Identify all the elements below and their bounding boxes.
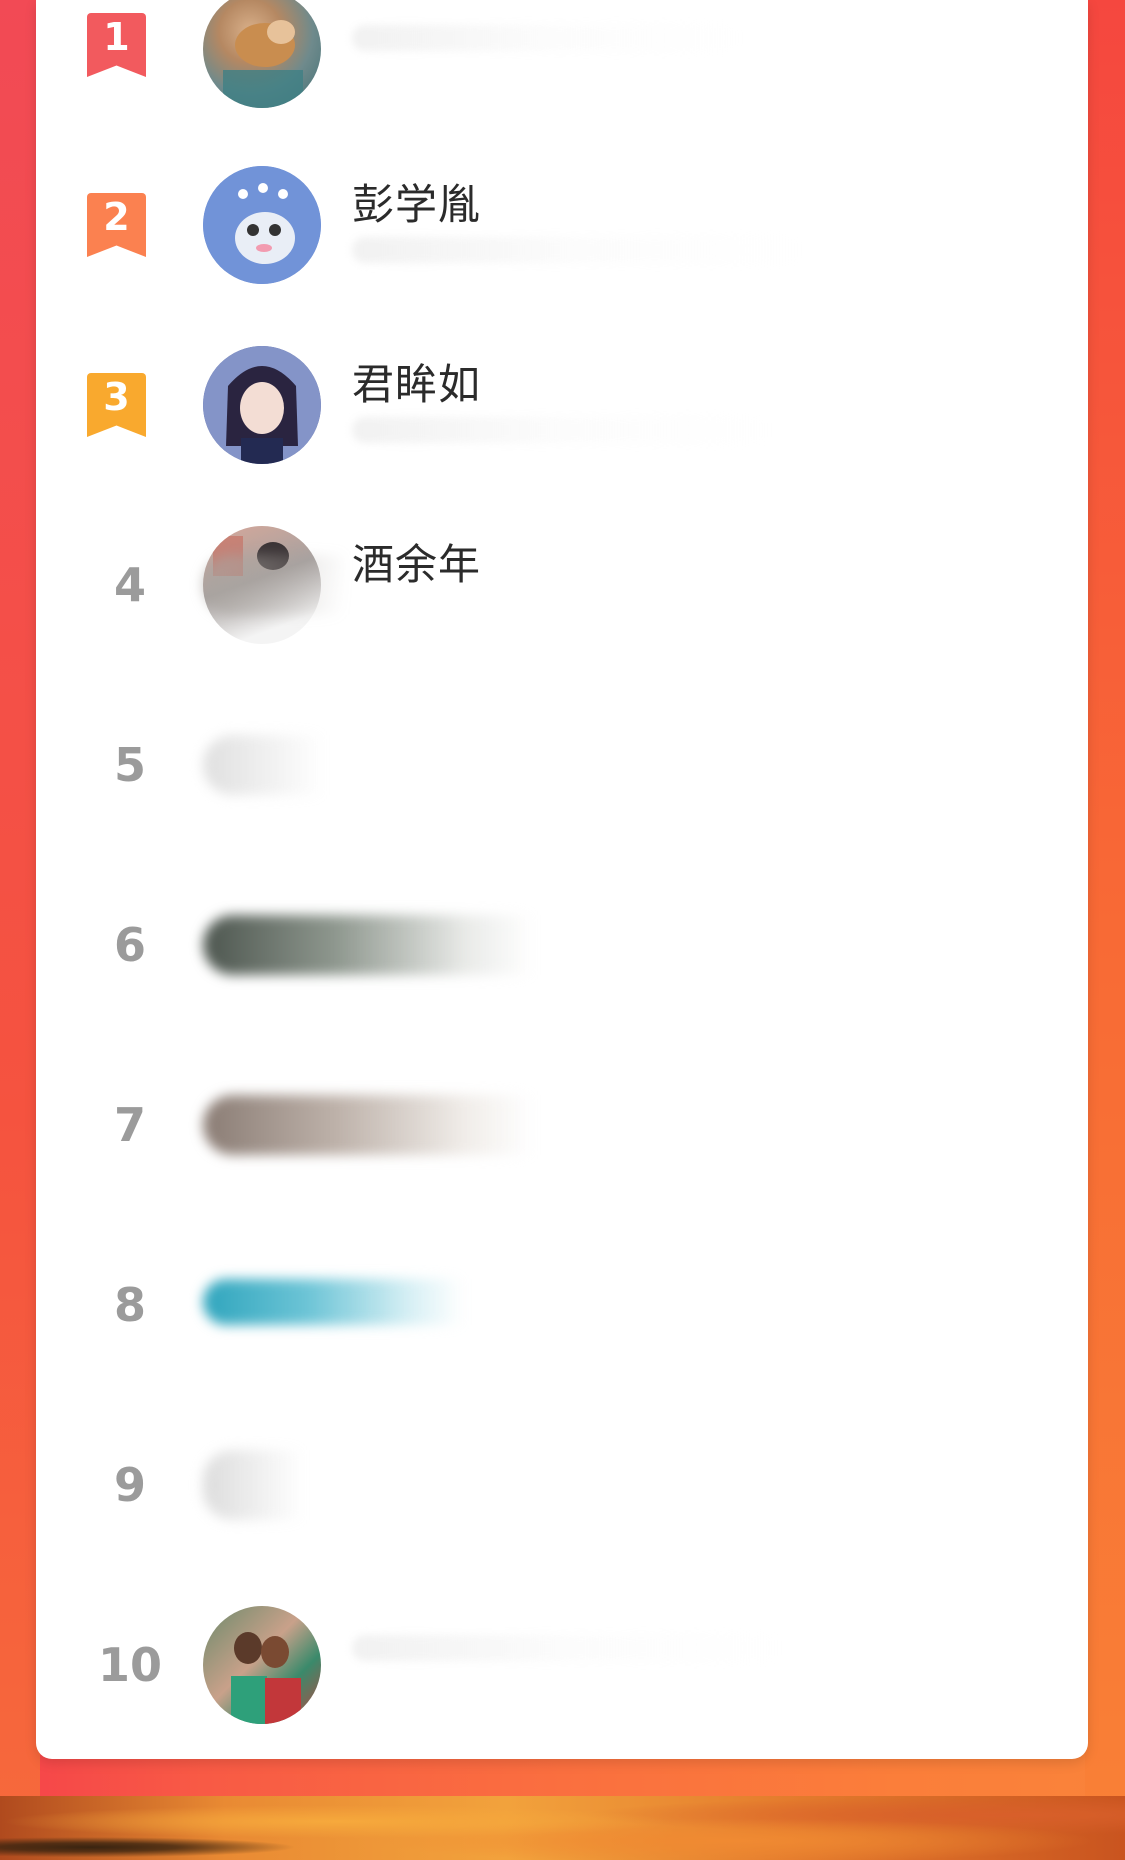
ranking-row-2[interactable]: 2 彭学胤 [36,135,1088,315]
blurred-detail [352,1635,782,1661]
bottom-decorative-banner [0,1796,1125,1860]
ranking-row-10[interactable]: 10 [36,1575,1088,1755]
ranking-card: 1 2 彭学胤 3 君眸如 4 酒余年 5 6 7 8 9 10 [36,0,1088,1759]
rank-number: 9 [113,1458,146,1512]
cartoon-cat-avatar-icon [203,166,321,284]
couple-photo-avatar-icon [231,1632,301,1724]
rank-3-ribbon-badge: 3 [87,373,146,437]
blurred-detail [203,555,343,615]
ranking-row-9[interactable]: 9 [36,1395,1088,1575]
rank-number: 1 [103,15,130,59]
blurred-avatar [203,1450,303,1520]
ranking-row-3[interactable]: 3 君眸如 [36,315,1088,495]
background-left-edge [0,0,40,1860]
ranking-row-5[interactable]: 5 [36,675,1088,855]
avatar[interactable] [203,1606,321,1724]
rank-2-ribbon-badge: 2 [87,193,146,257]
dog-photo-icon [223,20,303,108]
rank-number: 6 [113,918,146,972]
ranking-row-7[interactable]: 7 [36,1035,1088,1215]
blurred-avatar [203,1279,463,1325]
blurred-detail [352,25,742,51]
rank-number: 10 [97,1638,162,1692]
user-name: 酒余年 [352,540,482,589]
blurred-detail [352,237,802,263]
rank-number: 3 [103,375,130,419]
rank-number: 7 [113,1098,146,1152]
avatar[interactable] [203,166,321,284]
blurred-detail [352,417,772,443]
rank-number: 8 [113,1278,146,1332]
anime-girl-avatar-icon [203,346,321,464]
rank-number: 4 [113,558,146,612]
ranking-row-6[interactable]: 6 [36,855,1088,1035]
ranking-row-8[interactable]: 8 [36,1215,1088,1395]
rank-number: 5 [113,738,146,792]
rank-1-ribbon-badge: 1 [87,13,146,77]
user-name: 彭学胤 [352,180,482,229]
blurred-avatar [203,915,533,975]
ranking-row-4[interactable]: 4 酒余年 [36,495,1088,675]
blurred-avatar [203,1095,533,1155]
ranking-row-1[interactable]: 1 [36,0,1088,135]
avatar[interactable] [203,0,321,108]
avatar[interactable] [203,346,321,464]
rank-number: 2 [103,195,130,239]
background-right-edge [1085,0,1125,1860]
blurred-avatar [203,735,323,795]
user-name: 君眸如 [352,360,482,409]
